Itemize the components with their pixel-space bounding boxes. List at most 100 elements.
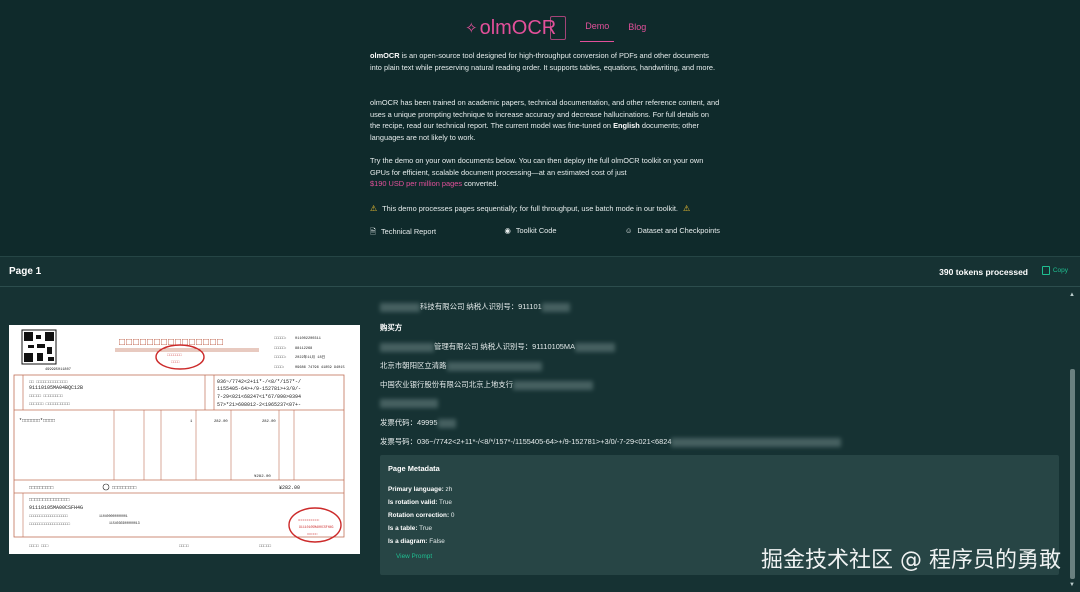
throughput-warning: ⚠ This demo processes pages sequentially…: [370, 204, 690, 213]
cipher-line-4: 57>*21>608012-2<1965237<07+-: [217, 402, 301, 408]
svg-text:□□□□□□□: □□□□□□□: [167, 353, 183, 358]
output-text: 发票代码：49995: [380, 418, 438, 427]
toolkit-code-label: Toolkit Code: [515, 226, 557, 235]
seller-tax-id: 91110105MA00CSFH4G: [29, 505, 83, 511]
svg-text:□□□□:: □□□□:: [274, 365, 285, 370]
meta-is-table-label: Is a table:: [388, 525, 418, 532]
hugging-face-icon: ☺: [624, 226, 633, 235]
intro-p3-text-a: Try the demo on your own documents below…: [370, 156, 704, 177]
meta-is-diagram-label: Is a diagram:: [388, 538, 428, 545]
meta-is-table-value: True: [419, 525, 433, 532]
olmocr-logo[interactable]: ✧ olmOCR: [465, 14, 567, 42]
meta-rotation-correction: Rotation correction: 0: [388, 512, 454, 519]
output-text: 北京市朝阳区立清路: [380, 361, 447, 370]
svg-text:□□□□□: □□□□□: [259, 544, 272, 549]
svg-text:□□□□ □□□: □□□□ □□□: [29, 544, 49, 549]
redacted-text: [541, 302, 570, 312]
scrollbar-thumb[interactable]: [1070, 369, 1075, 579]
intro-p1-text: is an open-source tool designed for high…: [370, 51, 716, 72]
svg-text:□□□□□:: □□□□□:: [274, 336, 287, 341]
svg-text:□□□□□□□□□: □□□□□□□□□: [112, 486, 137, 491]
output-line: 管理有限公司 纳税人识别号：91110105MA: [380, 341, 616, 352]
top-nav: ✧ olmOCR Demo Blog: [465, 14, 646, 42]
cipher-line-1: 036~/7742<2+11*-/<8/*/157*-/: [217, 379, 301, 385]
nav-blog-link[interactable]: Blog: [628, 22, 646, 42]
svg-text:□□□□□: □□□□□: [307, 533, 317, 537]
invoice-date: 2022年11月 18日: [295, 354, 325, 360]
copy-icon: [1041, 266, 1050, 275]
invoice-serial: 499995011807: [45, 368, 71, 372]
intro-brand: olmOCR: [370, 51, 400, 60]
technical-report-link[interactable]: 🗎 Technical Report: [370, 226, 436, 239]
meta-rotation-valid-value: True: [439, 499, 452, 506]
svg-text:91110105MA00CSFH4G: 91110105MA00CSFH4G: [299, 525, 334, 529]
buyer-tax-id: 91110105MA04BQC12B: [29, 385, 83, 391]
output-text: 中国农业银行股份有限公司北京上地支行: [380, 380, 514, 389]
nav-demo-link[interactable]: Demo: [580, 21, 615, 42]
meta-language-value: zh: [445, 486, 453, 493]
svg-text:*□□□□□□*□□□□: *□□□□□□*□□□□: [19, 418, 55, 424]
item-qty: 1: [190, 420, 193, 424]
document-icon: 🗎: [370, 227, 376, 236]
intro-english: English: [613, 121, 640, 130]
copy-button[interactable]: Copy: [1041, 266, 1068, 275]
redacted-text: [513, 380, 594, 390]
logo-text: olmOCR: [479, 16, 557, 39]
qr-code: [21, 329, 57, 365]
intro-paragraph-2: olmOCR has been trained on academic pape…: [370, 97, 720, 143]
page-image: 499995011807 □□□□□□□□□□□□□□□ □□□□□□□ □□□…: [9, 325, 360, 554]
svg-text:□□□□□□□□□: □□□□□□□□□: [29, 486, 54, 491]
scroll-down-arrow[interactable]: ▼: [1069, 582, 1075, 588]
tokens-processed: 390 tokens processed: [939, 267, 1028, 277]
invoice-code: 011002200311: [295, 337, 321, 341]
output-text: 发票号码：036~/7742<2+11*-/<8/*/157*-/1155405…: [380, 437, 672, 446]
page-title: Page 1: [9, 266, 42, 277]
svg-text:□□□□□:: □□□□□:: [274, 355, 287, 360]
dataset-link[interactable]: ☺ Dataset and Checkpoints: [625, 226, 720, 239]
redacted-text: [380, 398, 438, 408]
scroll-up-arrow[interactable]: ▲: [1069, 292, 1075, 298]
redacted-text: [380, 302, 420, 312]
toolkit-code-link[interactable]: ◉ Toolkit Code: [504, 226, 556, 239]
warning-text: This demo processes pages sequentially; …: [382, 204, 678, 213]
output-line: 中国农业银行股份有限公司北京上地支行: [380, 379, 594, 390]
output-text: 科技有限公司 纳税人识别号：911101: [420, 302, 542, 311]
intro-p3-text-b: converted.: [462, 179, 499, 188]
intro-paragraph-1: olmOCR is an open-source tool designed f…: [370, 50, 720, 73]
tax-total: ¥282.00: [254, 475, 271, 479]
copy-label: Copy: [1052, 267, 1068, 274]
svg-text:□□□□□□□□□□□□□□□: □□□□□□□□□□□□□□□: [29, 498, 70, 503]
technical-report-label: Technical Report: [380, 227, 436, 236]
price-highlight: $190 USD per million pages: [370, 179, 463, 188]
seller-bank: 110400000000001: [99, 514, 128, 518]
svg-text:□□□□□ □□□□□□□□: □□□□□ □□□□□□□□: [29, 394, 63, 399]
output-line: 北京市朝阳区立清路: [380, 360, 542, 371]
github-icon: ◉: [504, 226, 511, 235]
output-line: [380, 398, 438, 408]
metadata-title: Page Metadata: [388, 464, 440, 473]
warning-icon: ⚠: [370, 204, 378, 213]
seller-account: 1154030300000013: [109, 521, 140, 525]
view-prompt-link[interactable]: View Prompt: [396, 553, 432, 560]
output-heading: 购买方: [380, 323, 403, 332]
meta-rotation-correction-value: 0: [450, 512, 455, 519]
invoice-scan: 499995011807 □□□□□□□□□□□□□□□ □□□□□□□ □□□…: [13, 329, 345, 549]
svg-text:□□□□□□ □□□□□□□□□□: □□□□□□ □□□□□□□□□□: [29, 402, 70, 407]
cipher-line-2: 1155405-64>+/9-152781>+3/0/-: [217, 386, 301, 392]
redacted-text: [575, 342, 616, 352]
meta-language: Primary language: zh: [388, 486, 452, 493]
check-code: 09686 74796 41859 94015: [295, 366, 345, 370]
intro-paragraph-3: Try the demo on your own documents below…: [370, 155, 720, 190]
svg-text:□□□□□□□□□□□□□□□□□□□: □□□□□□□□□□□□□□□□□□□: [29, 522, 71, 527]
redacted-text: [380, 342, 434, 352]
seller-seal: □□□□□□□□□□□ 91110105MA00CSFH4G □□□□□: [288, 507, 342, 543]
svg-text:□□□□□:: □□□□□:: [274, 346, 287, 351]
output-line: 发票号码：036~/7742<2+11*-/<8/*/157*-/1155405…: [380, 436, 842, 447]
invoice-number: 88112268: [295, 347, 312, 351]
meta-rotation-valid: Is rotation valid: True: [388, 499, 452, 506]
item-amount: 282.00: [262, 420, 276, 424]
svg-text:□□□□: □□□□: [171, 360, 180, 365]
svg-text:□□□□: □□□□: [179, 544, 189, 549]
document-icon: [550, 16, 567, 40]
item-price: 282.00: [214, 420, 228, 424]
